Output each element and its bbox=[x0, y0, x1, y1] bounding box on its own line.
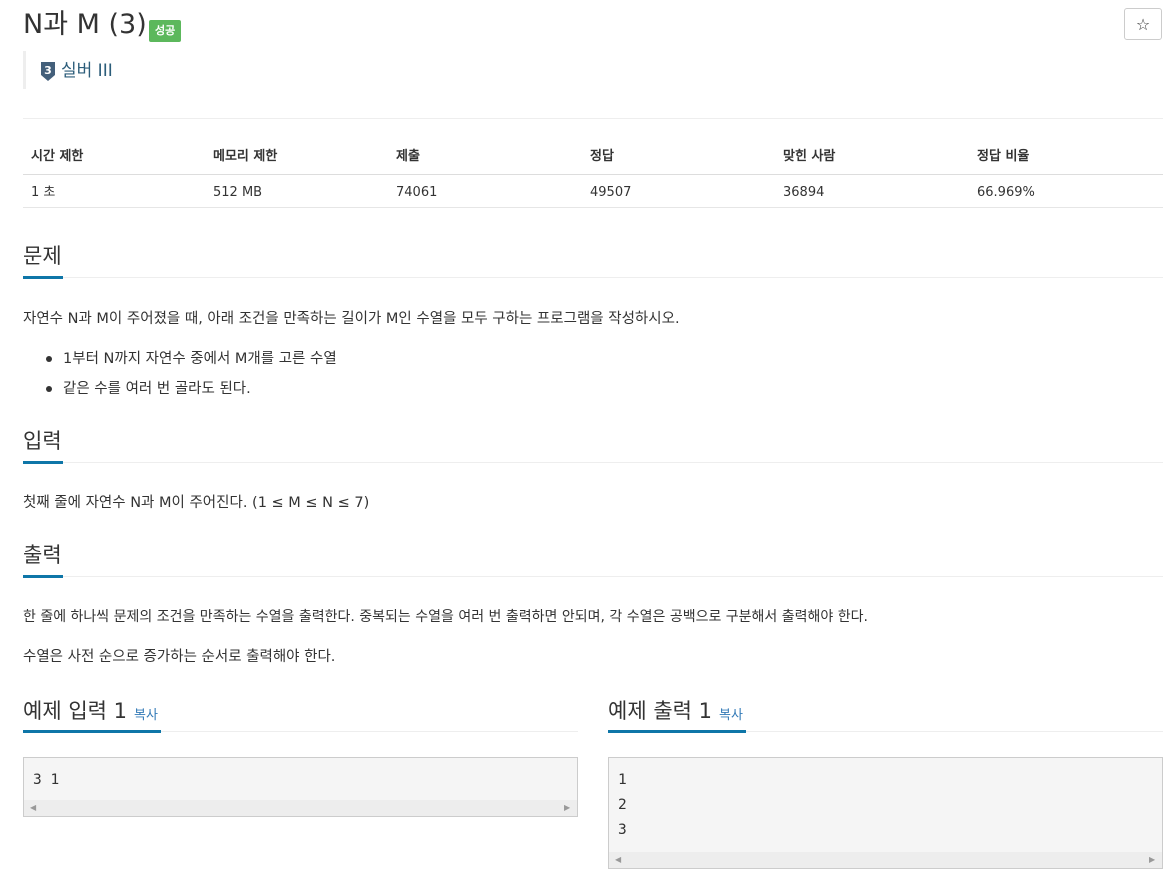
horizontal-scrollbar[interactable]: ◀ ▶ bbox=[609, 852, 1162, 868]
scroll-left-icon[interactable]: ◀ bbox=[30, 800, 36, 816]
stats-header-solvers: 맞힌 사람 bbox=[783, 149, 836, 164]
condition-item: 1부터 N까지 자연수 중에서 M개를 고른 수열 bbox=[63, 351, 337, 367]
scroll-right-icon[interactable]: ▶ bbox=[1149, 852, 1155, 868]
stats-accepted: 49507 bbox=[590, 185, 632, 200]
output-description: 한 줄에 하나씩 문제의 조건을 만족하는 수열을 출력한다. 중복되는 수열을… bbox=[23, 609, 868, 625]
status-badge: 성공 bbox=[149, 20, 182, 42]
input-heading-line bbox=[23, 462, 1163, 463]
stats-header-memory-limit: 메모리 제한 bbox=[213, 149, 278, 164]
tier-block bbox=[23, 51, 26, 89]
input-description: 첫째 줄에 자연수 N과 M이 주어진다. (1 ≤ M ≤ N ≤ 7) bbox=[23, 495, 370, 511]
sample-input-heading-underline bbox=[23, 730, 161, 733]
stats-solvers[interactable]: 36894 bbox=[783, 184, 824, 202]
sample-output-heading-underline bbox=[608, 730, 746, 733]
star-icon: ☆ bbox=[1135, 15, 1151, 34]
sample-output-copy-button[interactable]: 복사 bbox=[719, 704, 743, 723]
stats-header-submissions: 제출 bbox=[396, 149, 420, 164]
stats-header-ratio: 정답 비율 bbox=[977, 149, 1030, 164]
input-heading: 입력 bbox=[23, 429, 62, 453]
tier-label[interactable]: 실버 III bbox=[61, 58, 113, 84]
horizontal-scrollbar[interactable]: ◀ ▶ bbox=[24, 800, 577, 816]
page-title: N과 M (3) bbox=[23, 9, 147, 40]
output-heading: 출력 bbox=[23, 543, 62, 567]
table-header-divider bbox=[23, 174, 1163, 175]
sample-output-line: 2 bbox=[618, 797, 627, 813]
table-bottom-divider bbox=[23, 207, 1163, 208]
scroll-right-icon[interactable]: ▶ bbox=[564, 800, 570, 816]
scroll-left-icon[interactable]: ◀ bbox=[615, 852, 621, 868]
sample-input-copy-button[interactable]: 복사 bbox=[134, 704, 158, 723]
sample-output-heading: 예제 출력 1 bbox=[608, 699, 712, 723]
sample-output-box[interactable]: 1 2 3 ◀ ▶ bbox=[608, 757, 1163, 869]
bullet-dot bbox=[46, 356, 52, 362]
star-button[interactable]: ☆ bbox=[1124, 8, 1162, 40]
stats-time-limit: 1 초 bbox=[31, 185, 56, 200]
sample-input-line: 3 1 bbox=[33, 772, 60, 788]
output-heading-underline bbox=[23, 575, 63, 578]
stats-header-accepted: 정답 bbox=[590, 149, 614, 164]
output-heading-line bbox=[23, 576, 1163, 577]
stats-memory-limit: 512 MB bbox=[213, 185, 263, 200]
problem-heading-line bbox=[23, 277, 1163, 278]
bullet-dot bbox=[46, 386, 52, 392]
problem-heading-underline bbox=[23, 276, 63, 279]
header-divider bbox=[23, 118, 1163, 119]
sample-input-heading: 예제 입력 1 bbox=[23, 699, 127, 723]
sample-output-line: 1 bbox=[618, 772, 627, 788]
condition-item: 같은 수를 여러 번 골라도 된다. bbox=[63, 381, 251, 397]
stats-header-time-limit: 시간 제한 bbox=[31, 149, 84, 164]
stats-ratio: 66.969% bbox=[977, 185, 1035, 200]
silver-tier-icon: 3 bbox=[41, 62, 55, 81]
tier-number: 3 bbox=[44, 64, 52, 77]
sample-input-box[interactable]: 3 1 ◀ ▶ bbox=[23, 757, 578, 817]
problem-description: 자연수 N과 M이 주어졌을 때, 아래 조건을 만족하는 길이가 M인 수열을… bbox=[23, 311, 680, 327]
output-order-description: 수열은 사전 순으로 증가하는 순서로 출력해야 한다. bbox=[23, 649, 336, 665]
input-heading-underline bbox=[23, 461, 63, 464]
problem-heading: 문제 bbox=[23, 244, 62, 268]
stats-submissions[interactable]: 74061 bbox=[396, 184, 437, 202]
sample-output-line: 3 bbox=[618, 822, 627, 838]
